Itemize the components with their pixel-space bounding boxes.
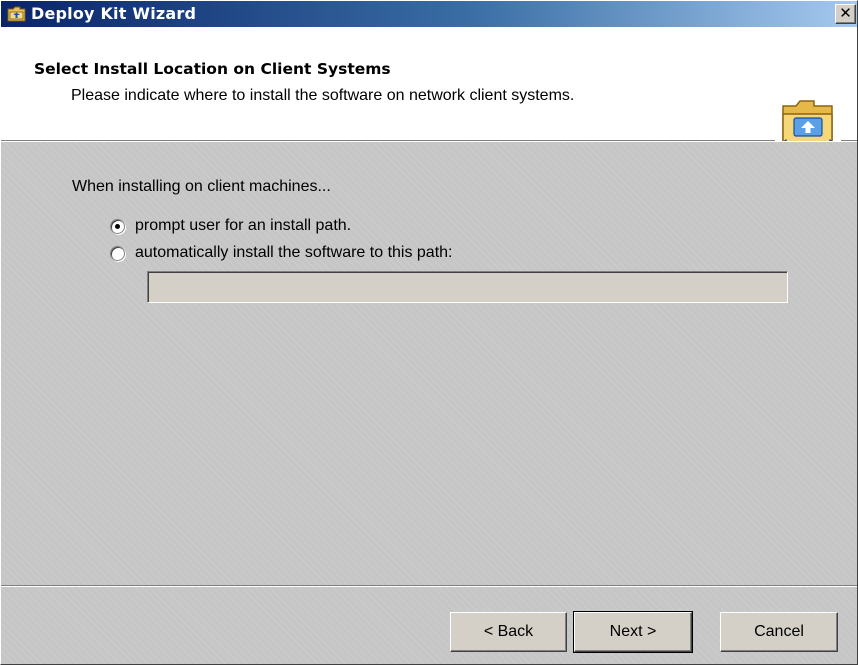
cancel-button[interactable]: Cancel [720,612,838,652]
next-button[interactable]: Next > [573,611,693,653]
wizard-window: Deploy Kit Wizard ✕ Select Install Locat… [0,0,858,665]
radio-auto-install[interactable] [110,245,125,261]
install-prompt-label: When installing on client machines... [72,178,331,195]
option-auto-install[interactable]: automatically install the software to th… [110,244,453,262]
page-title: Select Install Location on Client System… [34,60,391,78]
option-prompt-user[interactable]: prompt user for an install path. [110,217,351,235]
wizard-header: Select Install Location on Client System… [1,27,857,157]
option-auto-install-label[interactable]: automatically install the software to th… [135,244,453,262]
wizard-folder-icon [7,5,26,22]
install-path-field[interactable] [147,271,788,303]
window-title: Deploy Kit Wizard [31,4,197,23]
wizard-content: When installing on client machines... pr… [1,142,857,585]
radio-prompt-user[interactable] [110,218,125,234]
close-button[interactable]: ✕ [835,4,856,24]
page-subtitle: Please indicate where to install the sof… [71,87,575,104]
title-bar[interactable]: Deploy Kit Wizard ✕ [1,1,857,27]
wizard-footer: < Back Next > Cancel [1,587,857,664]
option-prompt-user-label[interactable]: prompt user for an install path. [135,217,351,235]
back-button[interactable]: < Back [450,612,567,652]
